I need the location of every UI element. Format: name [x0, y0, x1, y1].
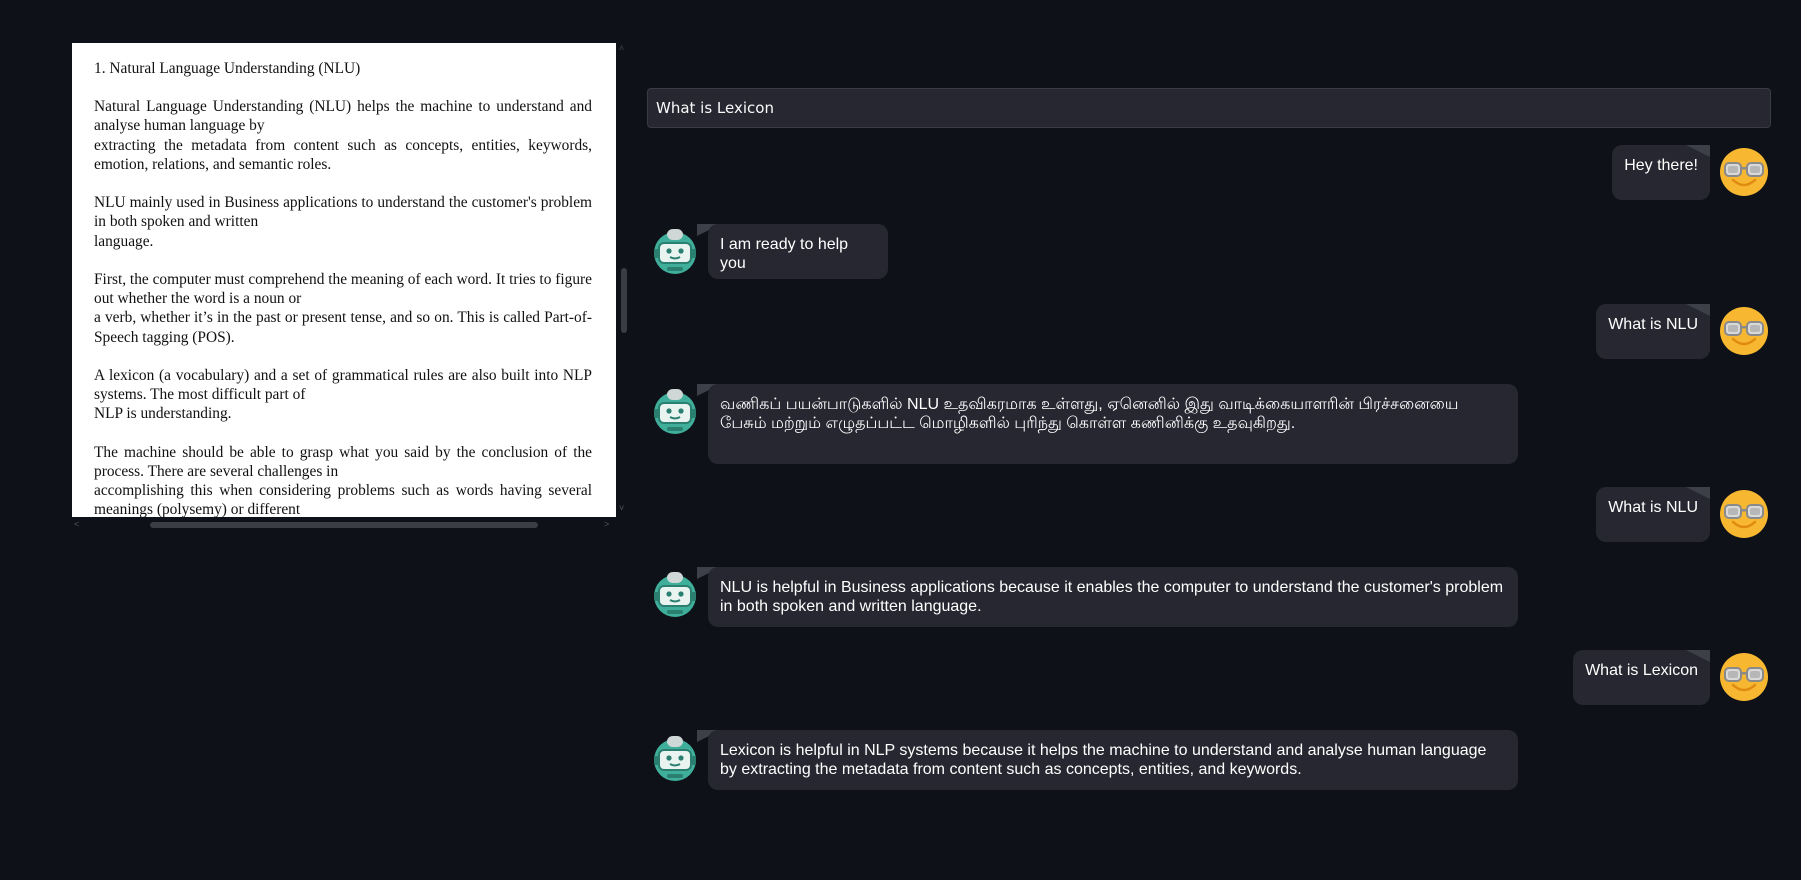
paragraph-line: NLP is understanding.	[94, 405, 232, 423]
document-viewer: 1. Natural Language Understanding (NLU) …	[72, 43, 631, 533]
bot-avatar-icon	[653, 388, 697, 435]
paragraph-line: Natural Language Understanding (NLU) hel…	[94, 98, 592, 135]
document-paragraph: Natural Language Understanding (NLU) hel…	[94, 97, 592, 174]
scroll-left-icon[interactable]: ˂	[74, 519, 79, 529]
vertical-scrollbar[interactable]: ˄ ˅	[616, 43, 631, 517]
bot-avatar-icon	[653, 571, 697, 618]
paragraph-line: NLU mainly used in Business applications…	[94, 194, 592, 231]
user-avatar-icon	[1719, 652, 1769, 702]
user-avatar-icon	[1719, 489, 1769, 539]
document-content: 1. Natural Language Understanding (NLU) …	[94, 59, 592, 517]
bot-message-bubble: வணிகப் பயன்பாடுகளில் NLU உதவிகரமாக உள்ளத…	[708, 384, 1518, 464]
document-heading: 1. Natural Language Understanding (NLU)	[94, 60, 361, 77]
paragraph-line: a verb, whether it’s in the past or pres…	[94, 309, 592, 346]
paragraph-line: The machine should be able to grasp what…	[94, 443, 592, 480]
document-page: 1. Natural Language Understanding (NLU) …	[72, 43, 616, 517]
document-paragraph: The machine should be able to grasp what…	[94, 443, 592, 517]
bot-message-bubble: NLU is helpful in Business applications …	[708, 567, 1518, 627]
horizontal-scrollbar[interactable]: ˂ ˃	[72, 517, 631, 533]
bot-avatar-icon	[653, 735, 697, 782]
document-paragraph: NLU mainly used in Business applications…	[94, 193, 592, 251]
bot-message-bubble: Lexicon is helpful in NLP systems becaus…	[708, 730, 1518, 790]
scroll-up-icon[interactable]: ˄	[619, 43, 624, 53]
paragraph-line: First, the computer must comprehend the …	[94, 271, 592, 308]
document-paragraph: First, the computer must comprehend the …	[94, 270, 592, 347]
paragraph-line: accomplishing this when considering prob…	[94, 482, 592, 517]
paragraph-line: extracting the metadata from content suc…	[94, 136, 592, 173]
paragraph-line: A lexicon (a vocabulary) and a set of gr…	[94, 367, 592, 404]
horizontal-scroll-thumb[interactable]	[150, 522, 538, 528]
user-avatar-icon	[1719, 306, 1769, 356]
scroll-right-icon[interactable]: ˃	[604, 519, 609, 529]
bot-avatar-icon	[653, 228, 697, 275]
vertical-scroll-thumb[interactable]	[621, 268, 627, 333]
bubble-tail	[1686, 304, 1710, 316]
chat-input[interactable]: What is Lexicon	[647, 88, 1771, 128]
paragraph-line: language.	[94, 232, 154, 250]
document-paragraph: A lexicon (a vocabulary) and a set of gr…	[94, 366, 592, 424]
bubble-tail	[1686, 145, 1710, 157]
bubble-tail	[1686, 650, 1710, 662]
scroll-down-icon[interactable]: ˅	[619, 503, 624, 513]
user-avatar-icon	[1719, 147, 1769, 197]
bubble-tail	[1686, 487, 1710, 499]
bot-message-bubble: I am ready to help you	[708, 224, 888, 279]
